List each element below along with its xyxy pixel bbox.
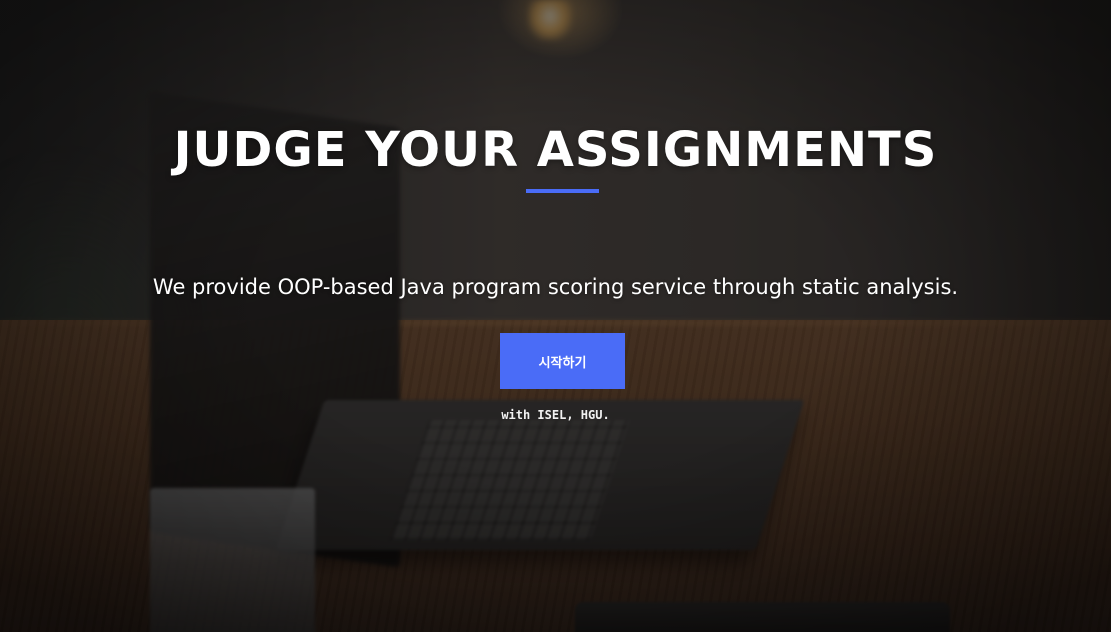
start-button[interactable]: 시작하기 — [500, 333, 625, 389]
hero-subtitle: We provide OOP-based Java program scorin… — [152, 275, 959, 299]
hero-content: JUDGE YOUR ASSIGNMENTS We provide OOP-ba… — [0, 0, 1111, 632]
credit-text: with ISEL, HGU. — [501, 408, 610, 422]
title-underline — [526, 189, 599, 193]
hero-section: JUDGE YOUR ASSIGNMENTS We provide OOP-ba… — [0, 0, 1111, 632]
hero-title: JUDGE YOUR ASSIGNMENTS — [173, 122, 938, 178]
